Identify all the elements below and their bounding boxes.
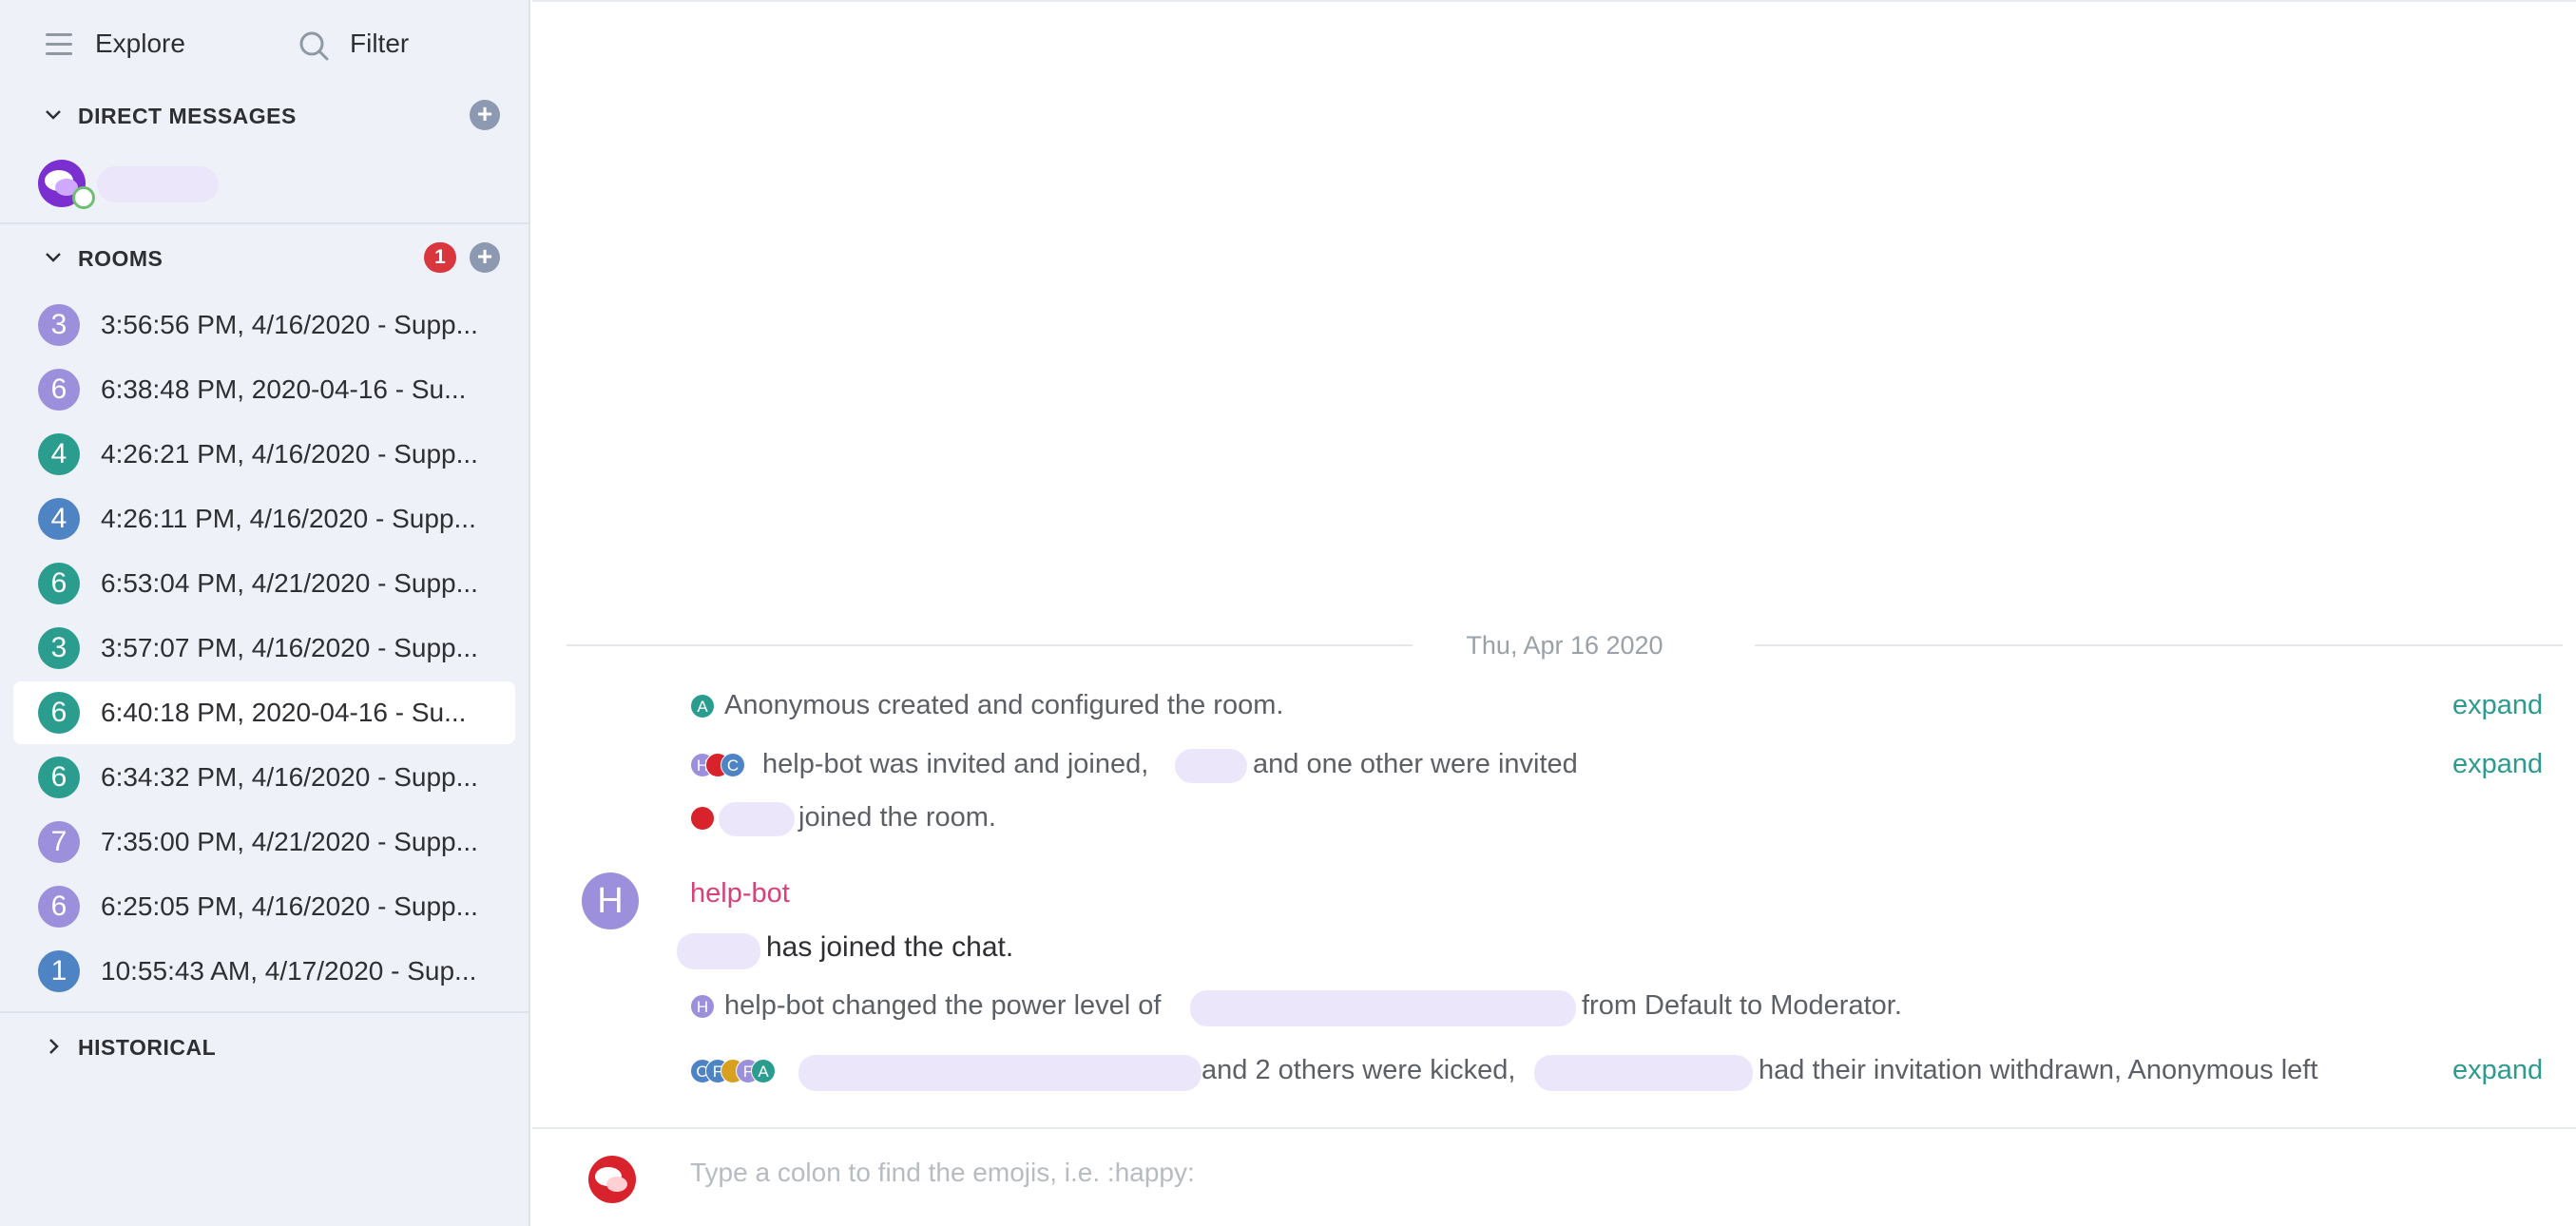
room-item[interactable]: 6 6:25:05 PM, 4/16/2020 - Supp... <box>13 875 515 938</box>
historical-label: HISTORICAL <box>78 1035 217 1060</box>
sidebar-top-bar: Explore Filter <box>0 21 530 68</box>
room-name: 3:57:07 PM, 4/16/2020 - Supp... <box>101 633 478 662</box>
room-name: 6:53:04 PM, 4/21/2020 - Supp... <box>101 568 478 598</box>
room-avatar: 6 <box>38 369 80 411</box>
room-avatar: 6 <box>38 886 80 928</box>
menu-icon[interactable] <box>46 31 72 58</box>
event-text: help-bot changed the power level of <box>724 990 1162 1021</box>
room-item[interactable]: 6 6:38:48 PM, 2020-04-16 - Su... <box>13 358 515 421</box>
event-kicked: O F F A and 2 others were kicked, had th… <box>690 1051 2563 1091</box>
room-name: 10:55:43 AM, 4/17/2020 - Sup... <box>101 956 477 986</box>
event-joined: joined the room. <box>690 798 2563 836</box>
direct-messages-label: DIRECT MESSAGES <box>78 104 297 128</box>
room-name: 4:26:11 PM, 4/16/2020 - Supp... <box>101 504 476 533</box>
room-item[interactable]: 6 6:53:04 PM, 4/21/2020 - Supp... <box>13 552 515 615</box>
rooms-label: ROOMS <box>78 246 163 271</box>
expand-link[interactable]: expand <box>2452 690 2543 721</box>
room-name: 6:25:05 PM, 4/16/2020 - Supp... <box>101 891 478 921</box>
explore-button[interactable]: Explore <box>95 29 185 59</box>
avatar[interactable]: C <box>721 753 745 777</box>
room-item[interactable]: 4 4:26:21 PM, 4/16/2020 - Supp... <box>13 423 515 486</box>
historical-header[interactable]: HISTORICAL <box>0 1025 530 1067</box>
message-text: has joined the chat. <box>766 931 1014 963</box>
room-item[interactable]: 3 3:57:07 PM, 4/16/2020 - Supp... <box>13 617 515 680</box>
room-timeline: Thu, Apr 16 2020 <box>532 0 2576 1226</box>
app-window: Explore Filter DIRECT MESSAGES + ROOMS 1… <box>0 0 2576 1226</box>
room-name: 4:26:21 PM, 4/16/2020 - Supp... <box>101 439 478 469</box>
room-name: 3:56:56 PM, 4/16/2020 - Supp... <box>101 310 478 339</box>
redacted-name <box>719 802 795 836</box>
avatar[interactable]: A <box>751 1059 776 1083</box>
chat-bubble-icon <box>595 1167 627 1192</box>
add-room-button[interactable]: + <box>470 242 500 273</box>
room-name: 6:40:18 PM, 2020-04-16 - Su... <box>101 698 467 727</box>
room-name: 6:38:48 PM, 2020-04-16 - Su... <box>101 374 467 404</box>
room-avatar: 4 <box>38 498 80 540</box>
direct-message-item[interactable] <box>38 158 494 211</box>
room-avatar: 3 <box>38 627 80 669</box>
message-input[interactable]: Type a colon to find the emojis, i.e. :h… <box>690 1158 1195 1188</box>
room-avatar: 6 <box>38 563 80 604</box>
room-avatar: 3 <box>38 304 80 346</box>
event-power-level: H help-bot changed the power level of fr… <box>690 987 2563 1026</box>
redacted-name <box>1534 1055 1753 1091</box>
user-avatar[interactable] <box>588 1156 636 1203</box>
room-avatar: 7 <box>38 821 80 863</box>
date-separator: Thu, Apr 16 2020 <box>567 625 2563 663</box>
room-name: 7:35:00 PM, 4/21/2020 - Supp... <box>101 827 478 856</box>
room-avatar: 6 <box>38 757 80 798</box>
avatar[interactable]: A <box>690 694 715 718</box>
message-composer: Type a colon to find the emojis, i.e. :h… <box>532 1127 2576 1226</box>
section-divider <box>0 222 530 224</box>
avatar-bot-icon[interactable] <box>690 806 715 831</box>
redacted-name <box>97 166 219 202</box>
redacted-name <box>1175 749 1247 783</box>
event-text: and 2 others were kicked, <box>1201 1055 1516 1085</box>
header-border <box>532 0 2576 2</box>
room-item[interactable]: 1 10:55:43 AM, 4/17/2020 - Sup... <box>13 940 515 1003</box>
direct-messages-header[interactable]: DIRECT MESSAGES + <box>0 94 530 136</box>
unread-count-badge: 1 <box>424 242 456 273</box>
room-item[interactable]: 4 4:26:11 PM, 4/16/2020 - Supp... <box>13 488 515 550</box>
search-icon[interactable] <box>298 29 330 62</box>
expand-link[interactable]: expand <box>2452 749 2543 780</box>
chevron-right-icon[interactable] <box>44 1037 63 1056</box>
event-text: joined the room. <box>798 802 996 833</box>
event-text: and one other were invited <box>1253 749 1578 779</box>
redacted-name <box>677 933 760 969</box>
room-avatar: 1 <box>38 950 80 992</box>
event-invited: H C help-bot was invited and joined, and… <box>690 745 2563 783</box>
room-avatar: 4 <box>38 433 80 475</box>
filter-button[interactable]: Filter <box>350 29 409 59</box>
rooms-header[interactable]: ROOMS 1 + <box>0 237 530 278</box>
add-direct-message-button[interactable]: + <box>470 100 500 130</box>
chevron-down-icon[interactable] <box>44 248 63 267</box>
presence-icon <box>72 186 95 209</box>
event-text: from Default to Moderator. <box>1582 990 1902 1021</box>
room-item[interactable]: 6 6:40:18 PM, 2020-04-16 - Su... <box>13 681 515 744</box>
event-text: help-bot was invited and joined, <box>762 749 1149 779</box>
sender-name[interactable]: help-bot <box>690 878 790 910</box>
room-item[interactable]: 3 3:56:56 PM, 4/16/2020 - Supp... <box>13 294 515 356</box>
event-room-created: A Anonymous created and configured the r… <box>690 686 2563 724</box>
room-item[interactable]: 6 6:34:32 PM, 4/16/2020 - Supp... <box>13 746 515 809</box>
room-avatar: 6 <box>38 692 80 734</box>
redacted-name <box>1190 990 1576 1026</box>
sender-avatar[interactable]: H <box>582 872 639 929</box>
sidebar: Explore Filter DIRECT MESSAGES + ROOMS 1… <box>0 0 530 1226</box>
chevron-down-icon[interactable] <box>44 105 63 125</box>
event-text: Anonymous created and configured the roo… <box>724 690 1284 720</box>
event-text: had their invitation withdrawn, Anonymou… <box>1759 1055 2318 1085</box>
section-divider <box>0 1011 530 1013</box>
redacted-name <box>798 1055 1201 1091</box>
room-name: 6:34:32 PM, 4/16/2020 - Supp... <box>101 762 478 792</box>
avatar[interactable]: H <box>690 994 715 1019</box>
expand-link[interactable]: expand <box>2452 1055 2543 1086</box>
room-item[interactable]: 7 7:35:00 PM, 4/21/2020 - Supp... <box>13 811 515 873</box>
